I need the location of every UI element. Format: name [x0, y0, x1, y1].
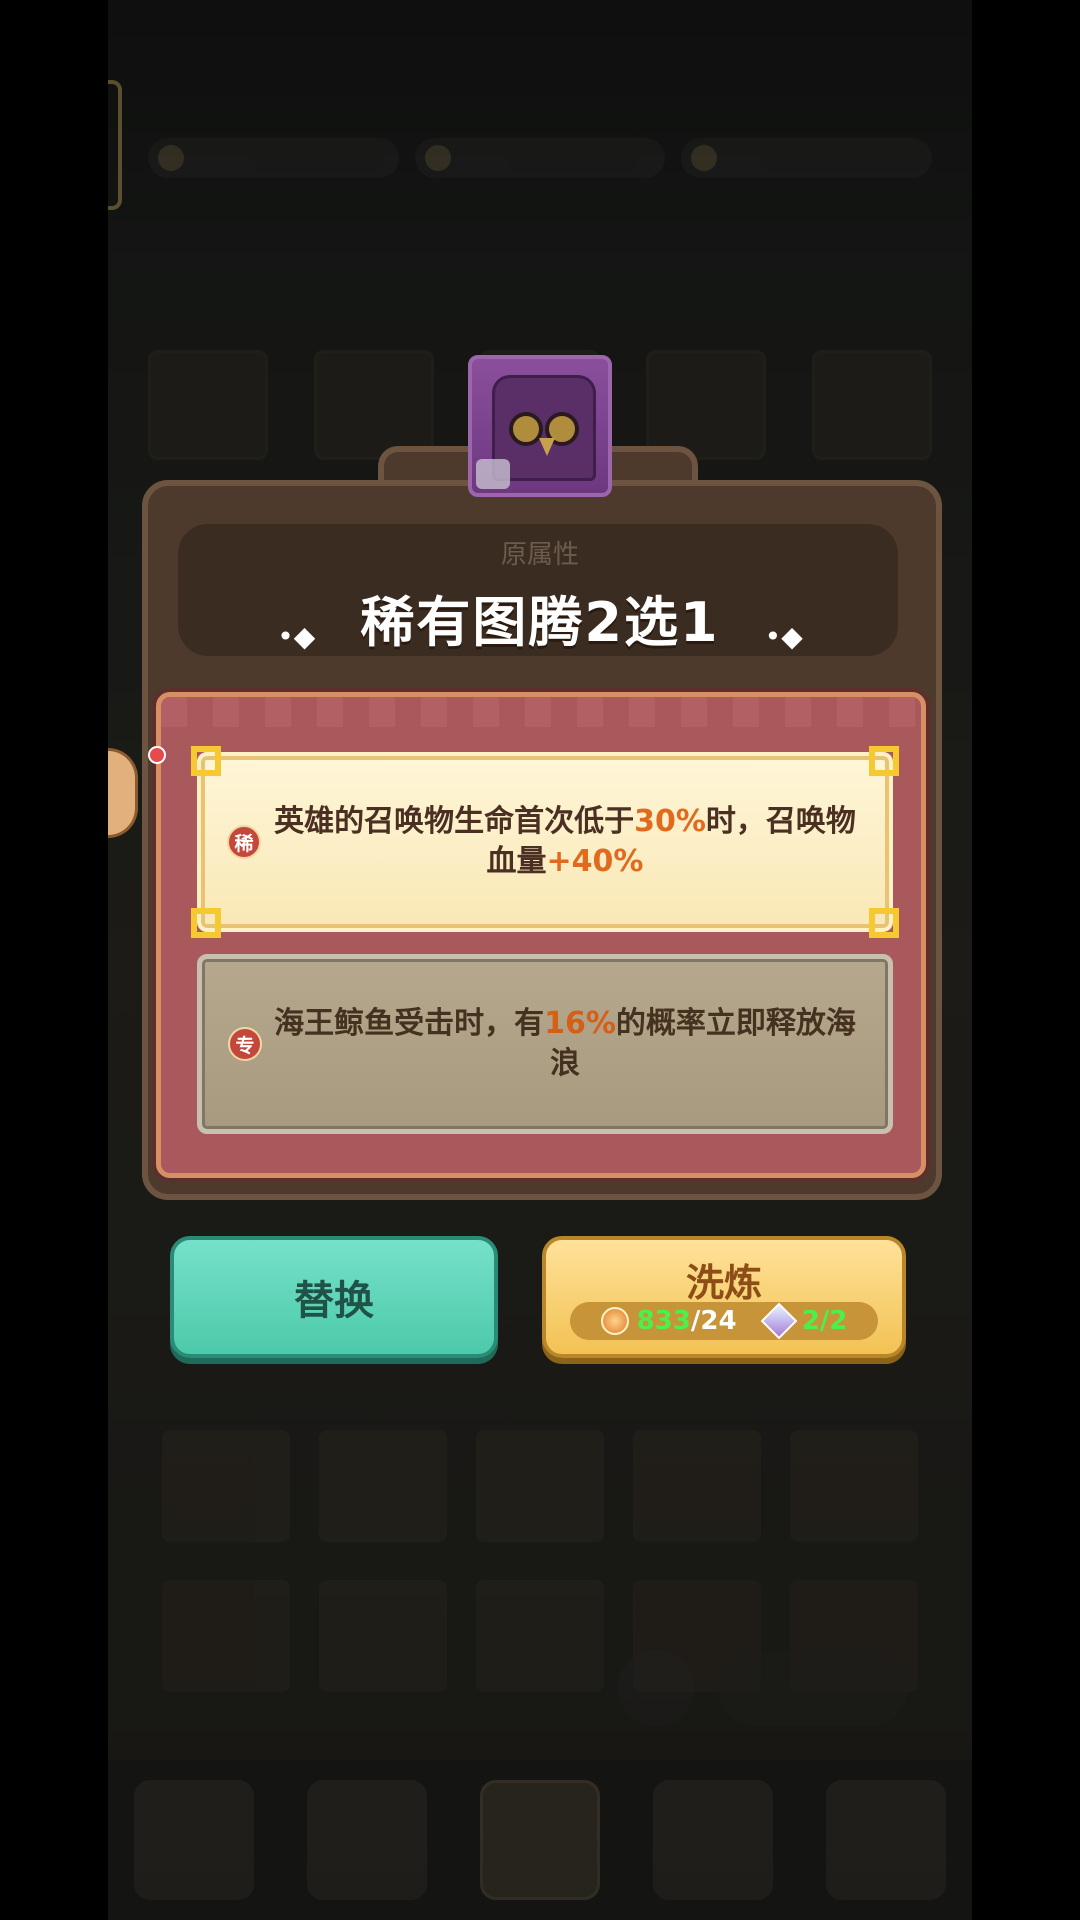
- selection-corner-icon: [869, 908, 899, 938]
- refine-button-label: 洗炼: [685, 1261, 762, 1305]
- original-attribute-label: 原属性: [500, 540, 579, 570]
- option-card-exclusive[interactable]: 专 海王鲸鱼受击时，有16%的概率立即释放海浪: [197, 954, 893, 1134]
- desc-highlight: 16%: [544, 1006, 616, 1041]
- option-description: 英雄的召唤物生命首次低于30%时，召唤物血量+40%: [261, 802, 869, 882]
- replace-button[interactable]: 替换: [170, 1236, 498, 1358]
- orange-stone-have: 833: [636, 1306, 691, 1336]
- refine-cost-bar: 833 /24 2/2: [570, 1302, 878, 1340]
- exclusive-badge-icon: 专: [228, 1027, 262, 1061]
- option-card-rare[interactable]: 稀 英雄的召唤物生命首次低于30%时，召唤物血量+40%: [191, 746, 899, 938]
- title-decoration-left: •◆: [277, 620, 316, 653]
- popup-title-row: •◆ 稀有图腾2选1 •◆: [108, 578, 972, 657]
- option-description: 海王鲸鱼受击时，有16%的概率立即释放海浪: [262, 1004, 868, 1084]
- crystal-count: 2/2: [801, 1306, 848, 1336]
- popup-title: 稀有图腾2选1: [360, 591, 720, 654]
- crystal-cost: 2/2: [760, 1302, 848, 1340]
- boot-icon: [476, 459, 510, 489]
- desc-highlight: 30%: [634, 804, 706, 839]
- orange-stone-need: /24: [690, 1306, 737, 1336]
- orange-stone-cost: 833 /24: [600, 1306, 737, 1336]
- desc-text: 海王鲸鱼受击时，有: [274, 1006, 545, 1041]
- owl-totem-icon: [468, 355, 612, 497]
- game-viewport: 原属性 •◆ 稀有图腾2选1 •◆ 稀 英雄的召唤物生命首次低于30%时，召唤物…: [108, 0, 972, 1920]
- rarity-badge-icon: 稀: [227, 825, 261, 859]
- selection-corner-icon: [191, 746, 221, 776]
- selection-corner-icon: [191, 908, 221, 938]
- desc-text: 英雄的召唤物生命首次低于: [274, 804, 635, 839]
- title-decoration-right: •◆: [764, 620, 803, 653]
- notification-dot: [148, 746, 166, 764]
- panel-pattern: [161, 697, 921, 727]
- selection-corner-icon: [869, 746, 899, 776]
- owl-beak: [539, 438, 555, 456]
- crystal-icon: [760, 1302, 798, 1340]
- desc-highlight: +40%: [546, 844, 644, 879]
- refine-button[interactable]: 洗炼 833 /24 2/2: [542, 1236, 906, 1358]
- replace-button-label: 替换: [294, 1278, 374, 1324]
- orange-stone-icon: [600, 1307, 629, 1335]
- choice-panel: 稀 英雄的召唤物生命首次低于30%时，召唤物血量+40% 专 海王鲸鱼受击时，有…: [156, 692, 926, 1178]
- owl-eye: [509, 412, 543, 446]
